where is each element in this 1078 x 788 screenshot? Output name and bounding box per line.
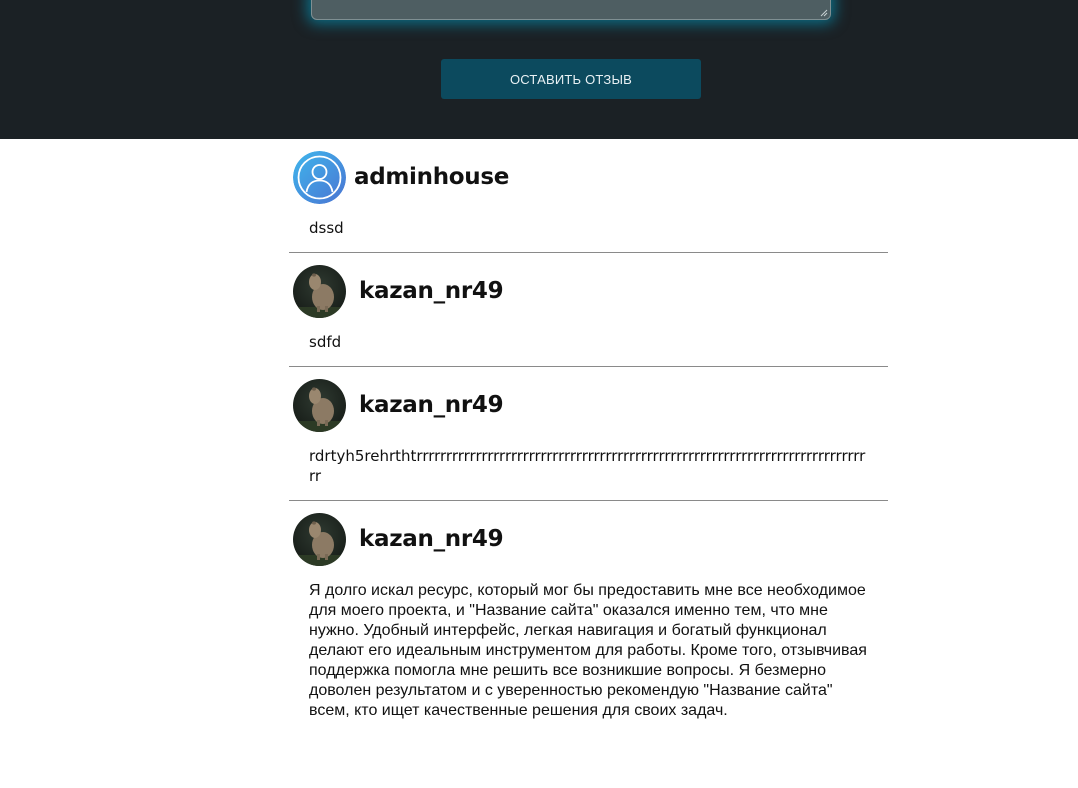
review-text: dssd bbox=[309, 219, 344, 237]
review-text: sdfd bbox=[309, 333, 342, 351]
review-item: kazan_nr49 sdfd bbox=[289, 253, 888, 367]
review-username[interactable]: kazan_nr49 bbox=[359, 526, 504, 552]
review-form-section: ОСТАВИТЬ ОТЗЫВ bbox=[0, 0, 1078, 139]
submit-review-button[interactable]: ОСТАВИТЬ ОТЗЫВ bbox=[441, 59, 701, 99]
review-header: adminhouse bbox=[289, 139, 888, 210]
avatar bbox=[293, 150, 346, 204]
default-user-icon bbox=[293, 150, 346, 204]
review-text: rdrtyh5rehrthtrrrrrrrrrrrrrrrrrrrrrrrrrr… bbox=[309, 447, 866, 485]
capybara-photo bbox=[293, 264, 346, 318]
avatar bbox=[293, 264, 346, 318]
capybara-photo bbox=[293, 378, 346, 432]
review-header: kazan_nr49 bbox=[289, 253, 888, 324]
review-header: kazan_nr49 bbox=[289, 501, 888, 572]
review-item: adminhouse dssd bbox=[289, 139, 888, 253]
review-username[interactable]: kazan_nr49 bbox=[359, 392, 504, 418]
resize-handle-icon[interactable] bbox=[820, 9, 828, 17]
review-header: kazan_nr49 bbox=[289, 367, 888, 438]
review-username[interactable]: kazan_nr49 bbox=[359, 278, 504, 304]
avatar bbox=[293, 512, 346, 566]
avatar bbox=[293, 378, 346, 432]
review-username[interactable]: adminhouse bbox=[354, 164, 509, 190]
review-text: Я долго искал ресурс, который мог бы пре… bbox=[309, 582, 867, 719]
review-item: kazan_nr49 rdrtyh5rehrthtrrrrrrrrrrrrrrr… bbox=[289, 367, 888, 501]
review-item: kazan_nr49 Я долго искал ресурс, который… bbox=[289, 501, 888, 735]
review-textarea[interactable] bbox=[311, 0, 831, 20]
capybara-photo bbox=[293, 512, 346, 566]
reviews-list: adminhouse dssd kazan_nr49 sdfd kazan_nr… bbox=[289, 139, 888, 735]
